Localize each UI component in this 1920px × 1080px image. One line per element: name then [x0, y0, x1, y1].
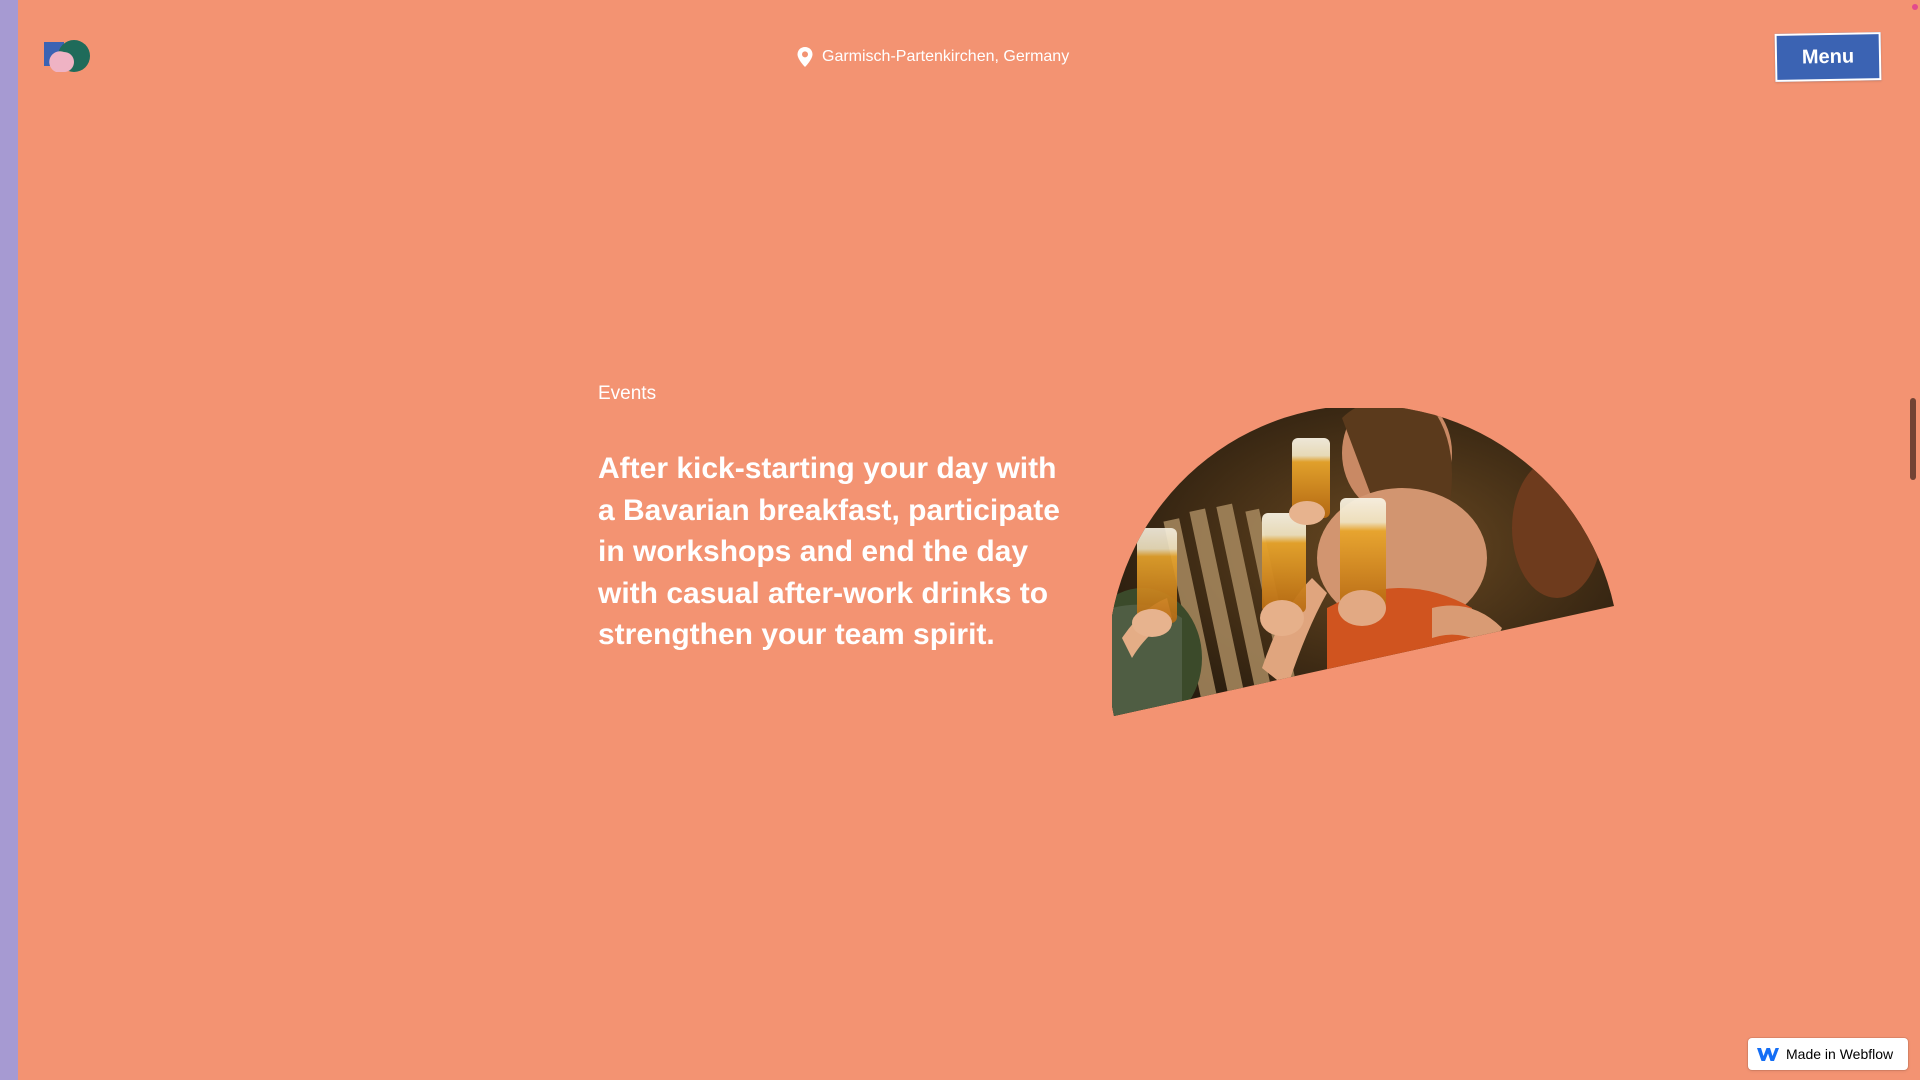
brand-logo[interactable]: [40, 38, 94, 74]
map-pin-icon: [797, 47, 813, 67]
webflow-logo-icon: [1757, 1048, 1779, 1061]
page: Garmisch-Partenkirchen, Germany Menu Eve…: [18, 0, 1920, 1080]
location: Garmisch-Partenkirchen, Germany: [796, 46, 1069, 68]
menu-button[interactable]: Menu: [1774, 32, 1882, 82]
corner-dot: [1912, 4, 1918, 10]
section-eyebrow: Events: [598, 383, 657, 404]
made-in-webflow-badge[interactable]: Made in Webflow: [1748, 1038, 1908, 1070]
left-edge-strip: [0, 0, 18, 1080]
people-toasting-beer-photo: [1112, 408, 1614, 716]
location-label: Garmisch-Partenkirchen, Germany: [822, 48, 1070, 65]
section-headline: After kick-starting your day with a Bava…: [598, 452, 1060, 651]
webflow-badge-label: Made in Webflow: [1786, 1046, 1894, 1062]
scrollbar-thumb[interactable]: [1910, 398, 1916, 480]
